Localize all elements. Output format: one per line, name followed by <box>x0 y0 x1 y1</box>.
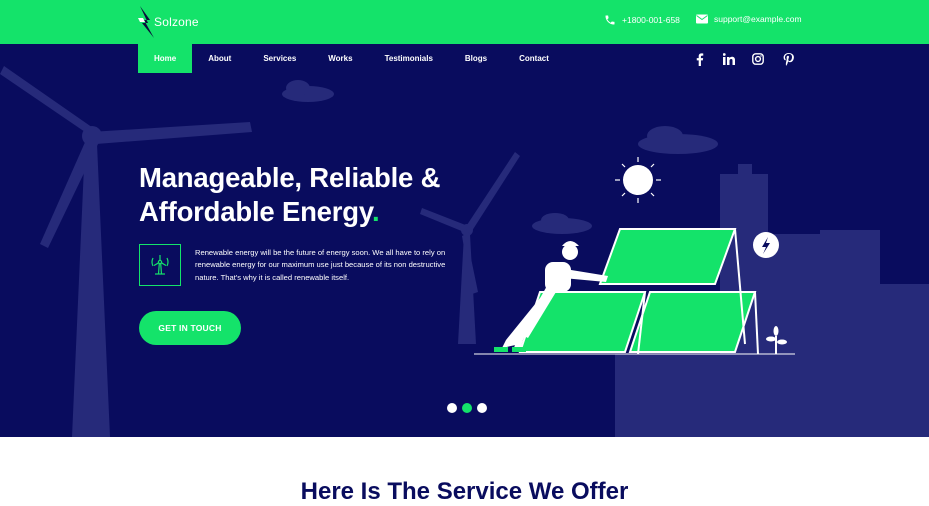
top-bar: Solzone +1800-001-658 support@example.co… <box>0 0 929 44</box>
headline-dot: . <box>371 196 380 227</box>
headline-line-1: Manageable, Reliable & <box>139 162 441 193</box>
linkedin-icon[interactable] <box>722 52 736 66</box>
hero-headline: Manageable, Reliable & Affordable Energy… <box>139 161 440 229</box>
slider-dot-3[interactable] <box>477 403 487 413</box>
get-in-touch-button[interactable]: GET IN TOUCH <box>139 311 241 345</box>
nav-item-home[interactable]: Home <box>138 44 193 73</box>
slider-dot-1[interactable] <box>447 403 457 413</box>
nav-item-works[interactable]: Works <box>312 44 368 73</box>
wind-turbine-icon <box>151 255 169 275</box>
services-section-title: Here Is The Service We Offer <box>300 478 629 505</box>
facebook-icon[interactable] <box>693 52 707 66</box>
nav-item-contact[interactable]: Contact <box>503 44 565 73</box>
nav-item-about[interactable]: About <box>192 44 247 73</box>
phone-contact[interactable]: +1800-001-658 <box>604 14 680 26</box>
nav-item-blogs[interactable]: Blogs <box>449 44 503 73</box>
brand-logo[interactable]: Solzone <box>138 6 202 38</box>
email-address: support@example.com <box>714 14 802 24</box>
hero-description: Renewable energy will be the future of e… <box>195 248 446 282</box>
envelope-icon <box>696 14 708 24</box>
nav-item-testimonials[interactable]: Testimonials <box>369 44 449 73</box>
main-nav: Home About Services Works Testimonials B… <box>138 44 565 73</box>
hero-background-illustration <box>0 66 929 437</box>
email-contact[interactable]: support@example.com <box>696 14 802 24</box>
slider-dot-2[interactable] <box>462 403 472 413</box>
slider-pagination <box>447 403 492 413</box>
headline-line-2: Affordable Energy <box>139 196 372 227</box>
pinterest-icon[interactable] <box>781 52 795 66</box>
brand-name: Solzone <box>154 15 199 29</box>
eco-feature-box <box>139 244 181 286</box>
hero-section: Home About Services Works Testimonials B… <box>0 44 929 437</box>
instagram-icon[interactable] <box>751 52 765 66</box>
phone-icon <box>605 15 615 25</box>
nav-item-services[interactable]: Services <box>247 44 312 73</box>
phone-number: +1800-001-658 <box>622 15 680 25</box>
